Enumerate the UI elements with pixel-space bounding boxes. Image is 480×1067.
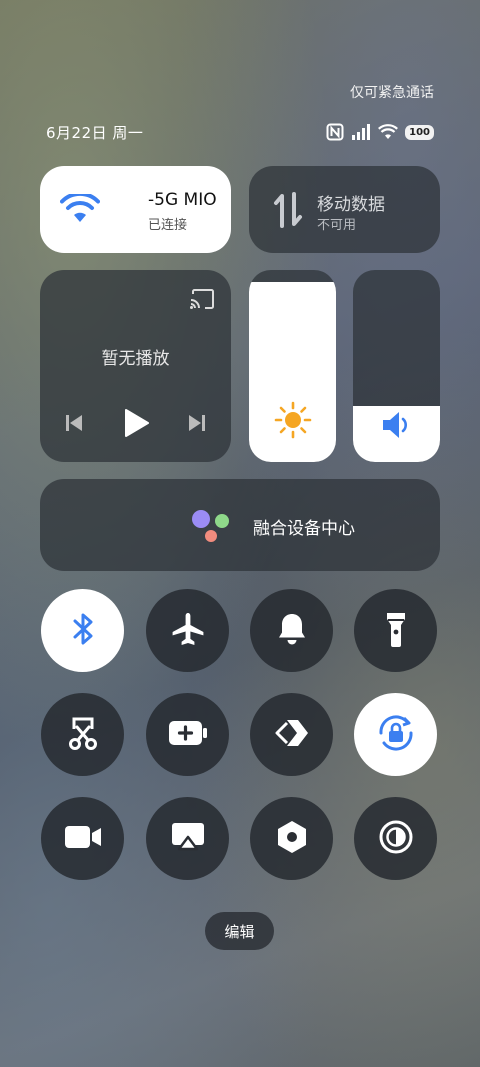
power-saving-toggle[interactable] [146, 693, 229, 776]
previous-track-icon[interactable] [64, 413, 84, 437]
volume-slider[interactable] [353, 270, 440, 462]
device-fusion-center-label: 融合设备中心 [253, 519, 355, 539]
device-center-dots-icon [190, 509, 234, 543]
screen-record-toggle[interactable] [41, 797, 124, 880]
airplane-mode-toggle[interactable] [146, 589, 229, 672]
flashlight-icon [385, 610, 407, 652]
emergency-call-only-text: 仅可紧急通话 [350, 85, 434, 101]
link-icon [275, 718, 309, 752]
bell-icon [276, 611, 308, 651]
bluetooth-toggle[interactable] [41, 589, 124, 672]
next-track-icon[interactable] [187, 413, 207, 437]
rotation-lock-icon [376, 713, 416, 757]
mobile-data-status: 不可用 [317, 218, 357, 233]
mobile-data-tile[interactable]: 移动数据 不可用 [249, 166, 440, 253]
mobile-data-label: 移动数据 [317, 195, 385, 215]
ring-mode-toggle[interactable] [250, 589, 333, 672]
cast-icon[interactable] [189, 288, 215, 314]
screenshot-scissors-icon [66, 715, 100, 755]
brightness-sun-icon [249, 400, 336, 440]
screenshot-toggle[interactable] [41, 693, 124, 776]
screen-cast-toggle[interactable] [146, 797, 229, 880]
status-bar-icons: 100 [326, 122, 434, 142]
date-text: 6月22日 周一 [46, 124, 144, 142]
media-player-tile[interactable]: 暂无播放 [40, 270, 231, 462]
video-camera-icon [64, 824, 102, 854]
airplane-icon [170, 611, 206, 651]
wifi-status-icon [378, 124, 399, 139]
signal-icon [352, 124, 371, 140]
edit-button[interactable]: 编辑 [205, 912, 274, 950]
mobile-data-icon [273, 192, 303, 232]
bluetooth-icon [70, 611, 96, 651]
battery-saver-icon [168, 720, 208, 750]
play-icon[interactable] [123, 408, 149, 442]
settings-toggle[interactable] [250, 797, 333, 880]
rotation-lock-toggle[interactable] [354, 693, 437, 776]
wifi-network-name: -5G MIO [148, 190, 217, 210]
dark-mode-toggle[interactable] [354, 797, 437, 880]
brightness-slider[interactable] [249, 270, 336, 462]
cast-screen-icon [170, 821, 206, 857]
link-toggle[interactable] [250, 693, 333, 776]
battery-indicator: 100 [405, 124, 434, 140]
wifi-tile[interactable]: -5G MIO 已连接 [40, 166, 231, 253]
no-media-playing-text: 暂无播放 [101, 349, 170, 369]
speaker-icon [353, 410, 440, 440]
hexagon-settings-icon [275, 819, 309, 859]
dark-mode-icon [378, 819, 414, 859]
wifi-status: 已连接 [148, 218, 188, 233]
wifi-icon [60, 191, 100, 228]
flashlight-toggle[interactable] [354, 589, 437, 672]
nfc-icon [326, 123, 344, 141]
device-fusion-center-tile[interactable]: 融合设备中心 [40, 479, 440, 571]
